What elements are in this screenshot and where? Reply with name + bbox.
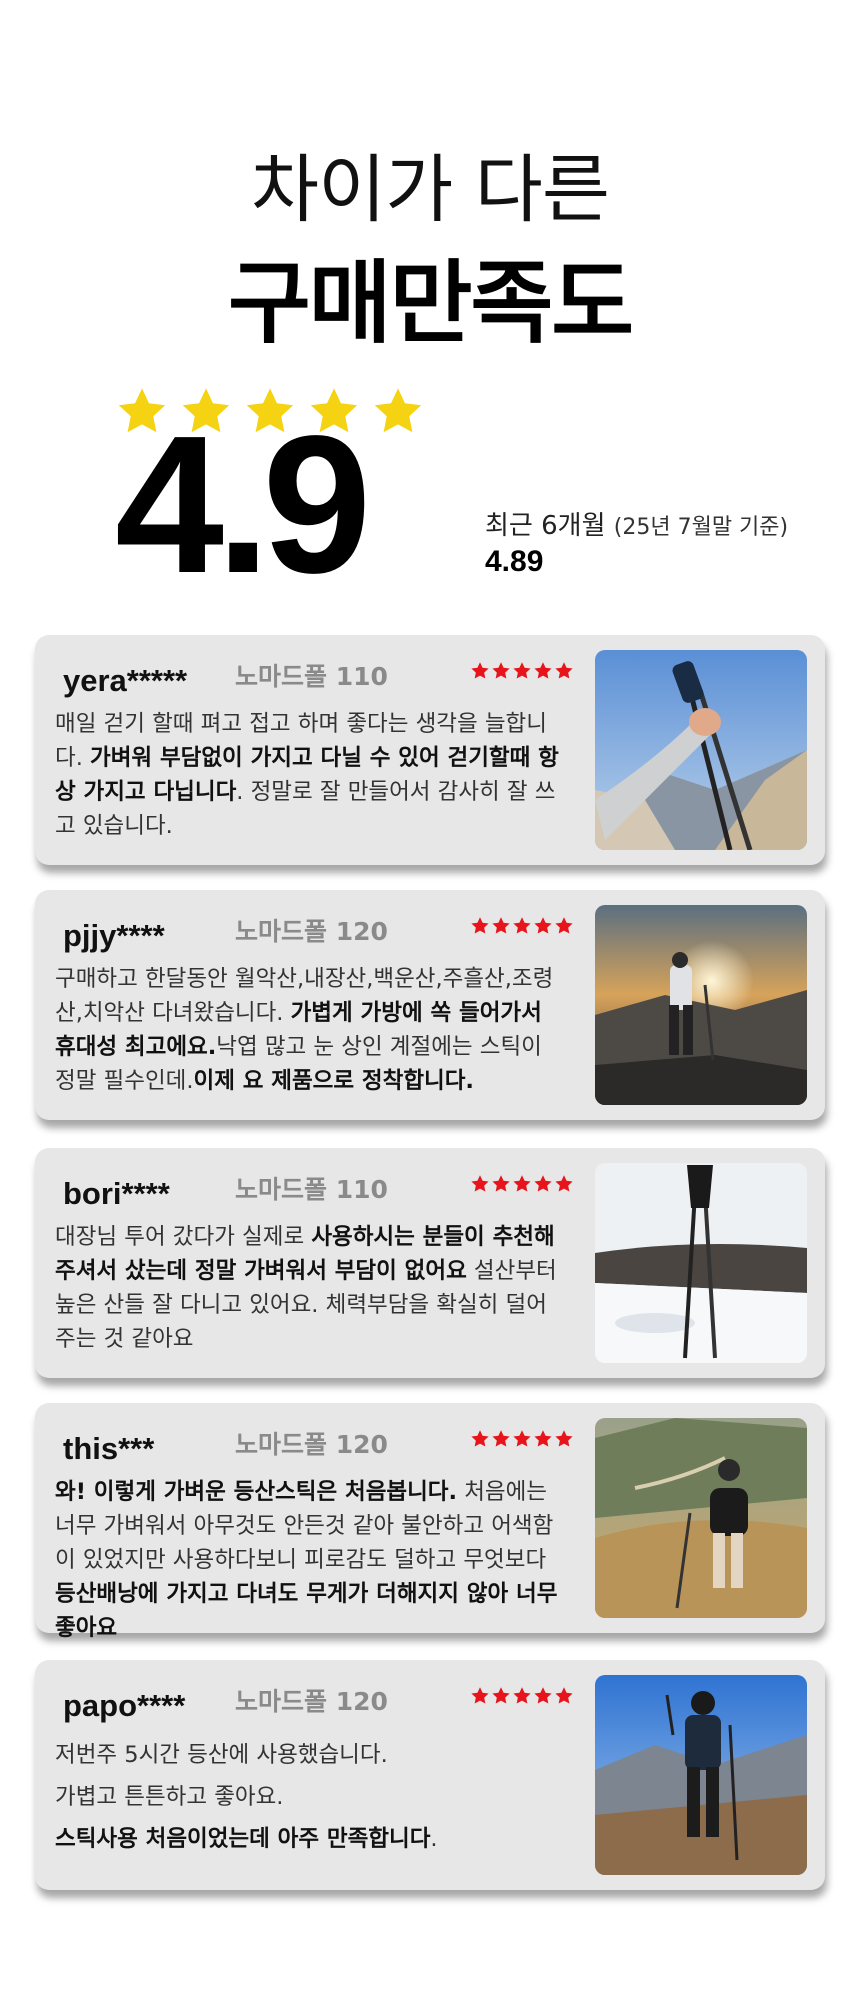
product-name: 노마드폴 110 xyxy=(235,1175,388,1204)
review-card: papo**** 노마드폴 120 저번주 5시간 등산에 사용했습니다. 가볍고 튼… xyxy=(35,1660,825,1890)
star-icon xyxy=(471,1430,489,1447)
star-icon xyxy=(492,1687,510,1704)
review-card: yera***** 노마드폴 110 매일 걷기 할때 펴고 접고 하며 좋다는 생… xyxy=(35,635,825,865)
hiker-mountain-ridge-photo xyxy=(595,1675,807,1875)
star-icon xyxy=(471,662,489,679)
hiker-grass-slope-photo xyxy=(595,1418,807,1618)
star-icon xyxy=(513,1175,531,1192)
review-text-segment: 와! 이렇게 가벼운 등산스틱은 처음봅니다. xyxy=(55,1479,458,1505)
hiker-sunset-photo xyxy=(595,905,807,1105)
review-stars xyxy=(470,1174,574,1194)
star-icon xyxy=(513,1430,531,1447)
star-icon xyxy=(374,388,422,433)
star-icon xyxy=(534,1430,552,1447)
reviewer-name: pjjy**** xyxy=(63,918,165,953)
star-icon xyxy=(118,388,166,433)
star-icon xyxy=(492,1175,510,1192)
rating-stars xyxy=(115,385,425,439)
star-icon xyxy=(471,1687,489,1704)
star-icon xyxy=(471,917,489,934)
review-text-segment: 등산배낭에 가지고 다녀도 무게가 더해지지 않아 너무 좋아요 xyxy=(55,1581,558,1641)
headline-line1: 차이가 다른 xyxy=(251,147,610,233)
product-name: 노마드폴 110 xyxy=(235,662,388,691)
star-icon xyxy=(534,1175,552,1192)
hand-holding-poles-mountain-photo xyxy=(595,650,807,850)
review-text: 매일 걷기 할때 펴고 접고 하며 좋다는 생각을 늘합니다. 가벼워 부담없이… xyxy=(55,707,560,843)
star-icon xyxy=(555,1430,573,1447)
review-card: pjjy**** 노마드폴 120 구매하고 한달동안 월악산,내장산,백운산,주흘… xyxy=(35,890,825,1120)
reviewer-name: papo**** xyxy=(63,1688,186,1723)
review-text-segment: 이제 요 제품으로 정착합니다. xyxy=(193,1068,474,1094)
review-text-segment: 스틱사용 처음이었는데 아주 만족합니다 xyxy=(55,1826,431,1852)
review-text-segment: 가볍고 튼튼하고 좋아요. xyxy=(55,1784,284,1810)
review-text-segment: 대장님 투어 갔다가 실제로 xyxy=(55,1224,312,1250)
review-text: 저번주 5시간 등산에 사용했습니다. 가볍고 튼튼하고 좋아요. 스틱사용 처음이… xyxy=(55,1738,560,1864)
review-text: 대장님 투어 갔다가 실제로 사용하시는 분들이 추천해주셔서 샀는데 정말 가… xyxy=(55,1220,560,1356)
review-stars xyxy=(470,1686,574,1706)
review-text: 와! 이렇게 가벼운 등산스틱은 처음봅니다. 처음에는 너무 가벼워서 아무것… xyxy=(55,1475,560,1645)
review-text: 구매하고 한달동안 월악산,내장산,백운산,주흘산,조령산,치악산 다녀왔습니다… xyxy=(55,962,560,1098)
poles-in-snow-photo xyxy=(595,1163,807,1363)
reviewer-name: bori**** xyxy=(63,1176,170,1211)
star-icon xyxy=(555,917,573,934)
review-card: this*** 노마드폴 120 와! 이렇게 가벼운 등산스틱은 처음봅니다. 처… xyxy=(35,1403,825,1641)
reviewer-name: this*** xyxy=(63,1431,155,1466)
review-stars xyxy=(470,1429,574,1449)
reviewer-name: yera***** xyxy=(63,663,188,698)
review-text-line: 스틱사용 처음이었는데 아주 만족합니다. xyxy=(55,1822,560,1856)
product-name: 노마드폴 120 xyxy=(235,1687,388,1716)
review-stars xyxy=(470,661,574,681)
star-icon xyxy=(555,1175,573,1192)
review-stars xyxy=(470,916,574,936)
star-icon xyxy=(492,917,510,934)
recent-note: (25년 7월말 기준) xyxy=(613,515,789,540)
star-icon xyxy=(246,388,294,433)
review-text-line: 가볍고 튼튼하고 좋아요. xyxy=(55,1780,560,1814)
review-text-line: 저번주 5시간 등산에 사용했습니다. xyxy=(55,1738,560,1772)
star-icon xyxy=(555,1687,573,1704)
star-icon xyxy=(534,662,552,679)
star-icon xyxy=(534,1687,552,1704)
review-text-segment: 저번주 5시간 등산에 사용했습니다. xyxy=(55,1742,388,1768)
recent-rating-label: 최근 6개월 (25년 7월말 기준) xyxy=(485,505,788,542)
star-icon xyxy=(513,1687,531,1704)
star-icon xyxy=(513,917,531,934)
star-icon xyxy=(471,1175,489,1192)
star-icon xyxy=(310,388,358,433)
product-name: 노마드폴 120 xyxy=(235,917,388,946)
rating-summary: 4.9 최근 6개월 (25년 7월말 기준) 4.89 xyxy=(115,385,815,603)
recent-label: 최근 6개월 xyxy=(485,511,614,541)
product-name: 노마드폴 120 xyxy=(235,1430,388,1459)
headline-line2: 구매만족도 xyxy=(228,251,634,356)
star-icon xyxy=(182,388,230,433)
review-card: bori**** 노마드폴 110 대장님 투어 갔다가 실제로 사용하시는 분들이… xyxy=(35,1148,825,1378)
star-icon xyxy=(492,1430,510,1447)
review-text-tail: . xyxy=(430,1826,438,1852)
star-icon xyxy=(555,662,573,679)
star-icon xyxy=(492,662,510,679)
star-icon xyxy=(534,917,552,934)
recent-rating-score: 4.89 xyxy=(485,545,544,578)
star-icon xyxy=(513,662,531,679)
